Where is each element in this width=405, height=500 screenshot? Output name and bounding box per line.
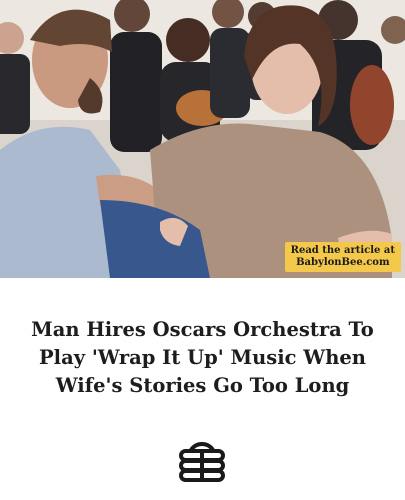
- photo-illustration: [0, 0, 405, 278]
- bee-logo-graphic: [179, 442, 225, 482]
- read-article-badge[interactable]: Read the article at BabylonBee.com: [284, 242, 401, 272]
- article-headline[interactable]: Man Hires Oscars Orchestra To Play 'Wrap…: [12, 316, 393, 400]
- babylon-bee-logo-icon[interactable]: [177, 440, 227, 484]
- badge-line-2: BabylonBee.com: [296, 257, 390, 268]
- article-photo[interactable]: Read the article at BabylonBee.com: [0, 0, 405, 278]
- badge-line-1: Read the article at: [290, 245, 395, 256]
